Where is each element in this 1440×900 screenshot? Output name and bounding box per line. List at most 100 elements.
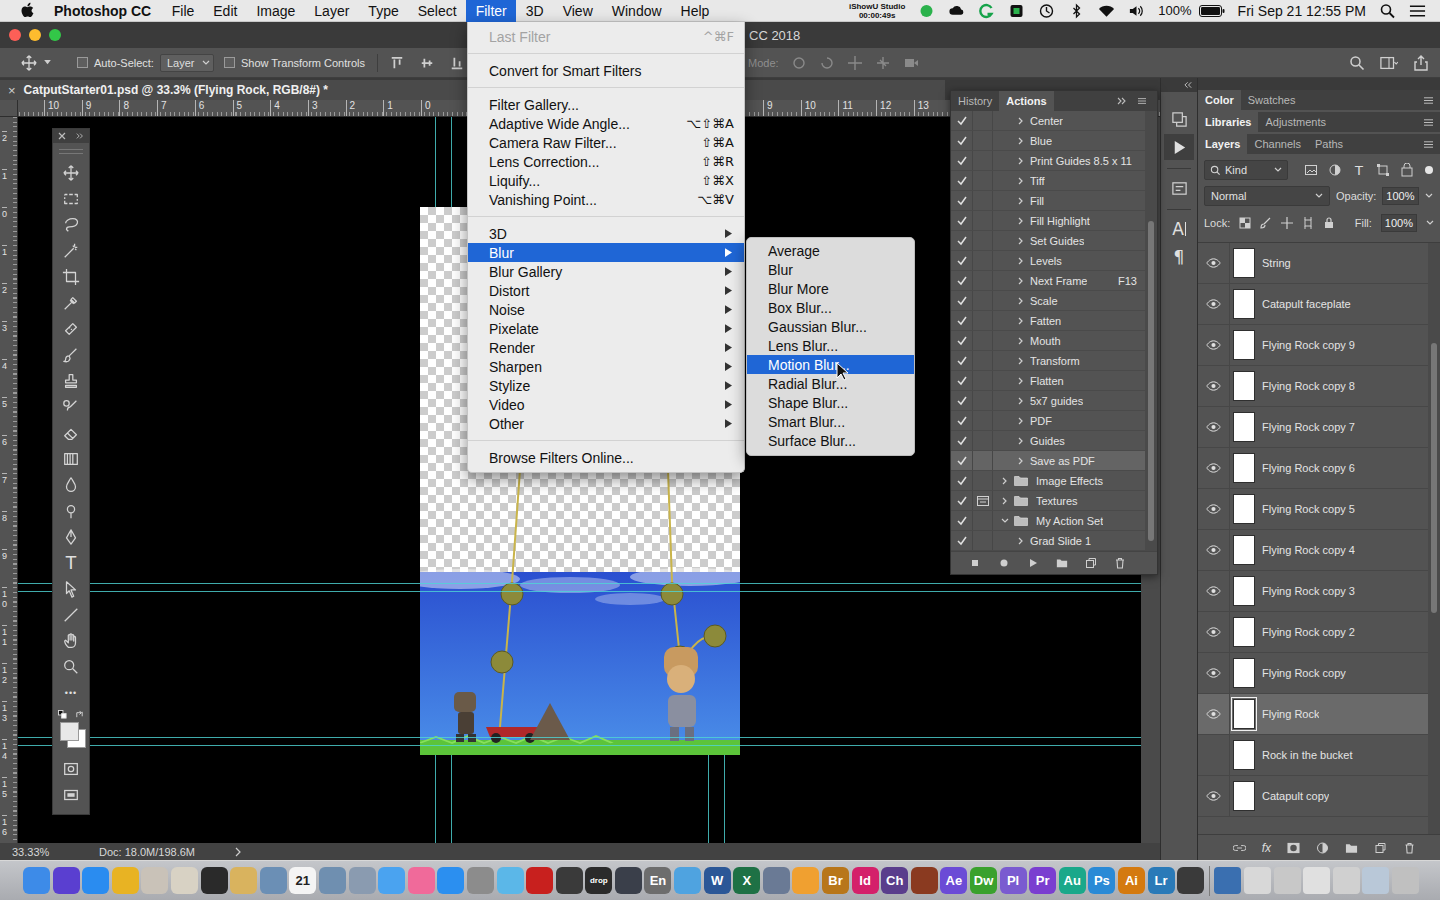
chevron-right-icon[interactable] xyxy=(1016,336,1026,346)
expand-panel-icon[interactable] xyxy=(76,132,84,140)
menu-item[interactable]: 3D xyxy=(468,224,744,243)
dock-app-icon[interactable]: drop xyxy=(585,867,612,894)
dock-app-icon[interactable] xyxy=(615,867,642,894)
chevron-right-icon[interactable] xyxy=(1016,136,1026,146)
panel-tab[interactable]: Swatches xyxy=(1241,90,1303,110)
quick-mask-button[interactable] xyxy=(56,756,86,782)
panel-menu-icon[interactable] xyxy=(1423,96,1434,105)
checkmark-icon[interactable] xyxy=(957,456,967,466)
dock-app-icon[interactable]: Ae xyxy=(940,867,967,894)
action-row[interactable]: Center xyxy=(951,111,1145,131)
menu-item[interactable]: Camera Raw Filter...⇧⌘A xyxy=(468,133,744,152)
menu-title[interactable]: Layer xyxy=(305,0,359,22)
notification-list-icon[interactable] xyxy=(1409,3,1426,19)
checkmark-icon[interactable] xyxy=(957,116,967,126)
auto-select-target-dropdown[interactable]: Layer xyxy=(160,54,214,72)
stamp-tool-button[interactable] xyxy=(56,368,86,394)
dock-app-icon[interactable] xyxy=(556,867,583,894)
filter-toggle-icon[interactable] xyxy=(1424,165,1434,175)
chevron-right-icon[interactable] xyxy=(1000,476,1010,486)
dock-stack-icon[interactable] xyxy=(1303,867,1330,894)
apple-icon[interactable] xyxy=(20,2,34,19)
dock-app-icon[interactable] xyxy=(230,867,257,894)
opacity-slider-caret-icon[interactable] xyxy=(1425,193,1433,199)
align-top-icon[interactable] xyxy=(390,56,404,70)
menu-item[interactable]: Sharpen xyxy=(468,357,744,376)
checkmark-icon[interactable] xyxy=(957,256,967,266)
dock-app-icon[interactable] xyxy=(112,867,139,894)
dock-app-icon[interactable] xyxy=(23,867,50,894)
menu-title[interactable]: Help xyxy=(671,0,719,22)
smart-object-filter-icon[interactable] xyxy=(1400,163,1414,177)
chevron-right-icon[interactable] xyxy=(1016,396,1026,406)
menu-item[interactable]: Lens Correction...⇧⌘R xyxy=(468,152,744,171)
dock-app-icon[interactable] xyxy=(1177,867,1204,894)
bluetooth-icon[interactable] xyxy=(1068,3,1085,19)
dock-app-icon[interactable]: Dw xyxy=(970,867,997,894)
visibility-toggle[interactable] xyxy=(1198,325,1230,365)
dock-app-icon[interactable]: Ps xyxy=(1088,867,1115,894)
chevron-right-icon[interactable] xyxy=(1016,456,1026,466)
layer-row[interactable]: Flying Rock copy 3 xyxy=(1198,571,1428,612)
action-row[interactable]: Blue xyxy=(951,131,1145,151)
dock-stack-icon[interactable] xyxy=(1392,867,1419,894)
action-row[interactable]: Grad Slide 1 xyxy=(951,531,1145,551)
menu-item[interactable]: Render xyxy=(468,338,744,357)
eraser-tool-button[interactable] xyxy=(56,420,86,446)
menu-item[interactable]: Filter Gallery... xyxy=(468,95,744,114)
color-swatches[interactable] xyxy=(56,710,86,750)
visibility-toggle[interactable] xyxy=(1198,366,1230,406)
panel-tab[interactable]: Libraries xyxy=(1198,112,1258,132)
menu-item[interactable]: Vanishing Point...⌥⌘V xyxy=(468,190,744,209)
dock-app-icon[interactable] xyxy=(792,867,819,894)
brush-tool-button[interactable] xyxy=(56,342,86,368)
spotlight-search-icon[interactable] xyxy=(1379,3,1396,19)
checkmark-icon[interactable] xyxy=(957,236,967,246)
adjustment-layer-filter-icon[interactable] xyxy=(1328,163,1342,177)
trash-icon[interactable] xyxy=(1114,557,1126,569)
action-row[interactable]: Fill xyxy=(951,191,1145,211)
panel-tab[interactable]: History xyxy=(951,91,999,111)
foreground-color[interactable] xyxy=(60,722,79,741)
panel-tab[interactable]: Color xyxy=(1198,90,1241,110)
chevron-right-icon[interactable] xyxy=(1016,156,1026,166)
menu-item[interactable]: Radial Blur... xyxy=(747,374,914,393)
guide-line[interactable] xyxy=(18,583,1141,584)
align-middle-icon[interactable] xyxy=(420,56,434,70)
checkmark-icon[interactable] xyxy=(957,356,967,366)
swap-colors-icon[interactable] xyxy=(75,710,84,719)
checkmark-icon[interactable] xyxy=(957,276,967,286)
chevron-right-icon[interactable] xyxy=(1000,496,1010,506)
checkmark-icon[interactable] xyxy=(957,196,967,206)
stop-icon[interactable] xyxy=(969,557,981,569)
layers-scrollbar[interactable] xyxy=(1428,243,1440,834)
dock-app-icon[interactable] xyxy=(467,867,494,894)
app-status-icon[interactable] xyxy=(1008,3,1025,19)
chevron-right-icon[interactable] xyxy=(1016,196,1026,206)
chevron-right-icon[interactable] xyxy=(1016,356,1026,366)
checkmark-icon[interactable] xyxy=(957,516,967,526)
dock-app-icon[interactable] xyxy=(378,867,405,894)
menu-title[interactable]: Window xyxy=(602,0,671,22)
shape-layer-filter-icon[interactable] xyxy=(1376,163,1390,177)
menu-item[interactable]: Gaussian Blur... xyxy=(747,317,914,336)
dock-app-icon[interactable] xyxy=(674,867,701,894)
layer-row[interactable]: Catapult copy xyxy=(1198,776,1428,817)
action-row[interactable]: Transform xyxy=(951,351,1145,371)
layer-row[interactable]: String xyxy=(1198,243,1428,284)
gradient-tool-button[interactable] xyxy=(56,446,86,472)
time-machine-icon[interactable] xyxy=(1038,3,1055,19)
grammarly-icon[interactable] xyxy=(978,3,995,19)
expand-panels-icon[interactable] xyxy=(1184,81,1193,89)
actions-scrollbar[interactable] xyxy=(1145,111,1157,551)
paragraph-panel-button[interactable]: ¶ xyxy=(1164,244,1194,270)
move-tool-button[interactable] xyxy=(56,160,86,186)
menu-item[interactable]: Convert for Smart Filters xyxy=(468,61,744,80)
visibility-toggle[interactable] xyxy=(1198,407,1230,447)
menu-title[interactable]: Filter xyxy=(466,0,516,22)
panel-menu-icon[interactable] xyxy=(1423,118,1434,127)
dock-app-icon[interactable] xyxy=(349,867,376,894)
wand-tool-button[interactable] xyxy=(56,238,86,264)
history-panel-button[interactable] xyxy=(1164,106,1194,132)
layer-row[interactable]: Flying Rock copy xyxy=(1198,653,1428,694)
